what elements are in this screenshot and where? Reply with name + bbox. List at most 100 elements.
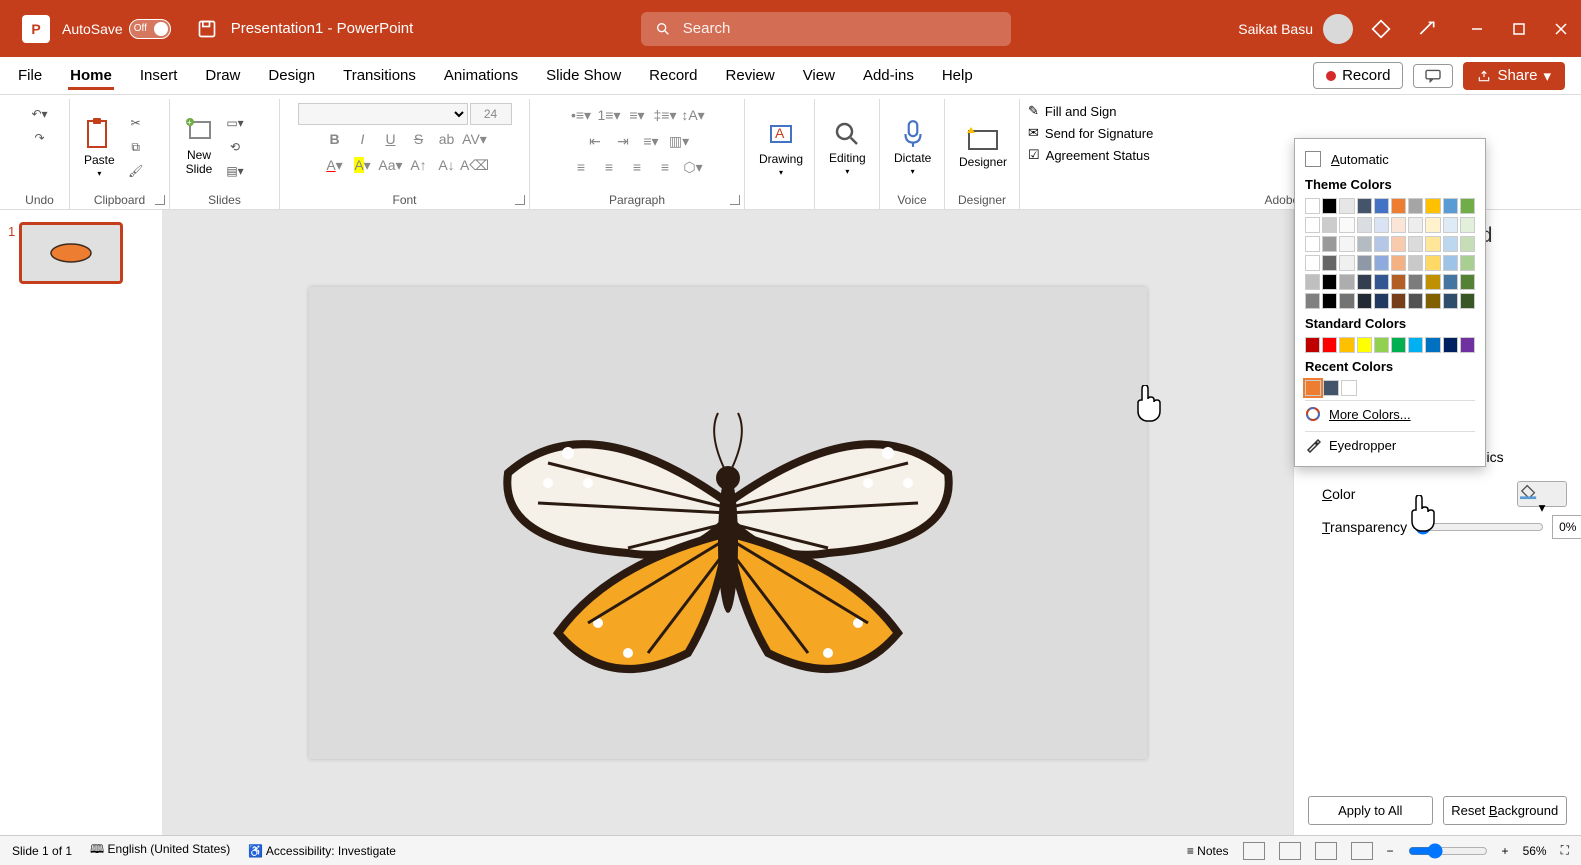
color-swatch[interactable]: [1374, 217, 1389, 233]
color-swatch[interactable]: [1408, 217, 1423, 233]
autosave-toggle[interactable]: AutoSave Off: [62, 19, 171, 39]
designer-button[interactable]: Designer: [953, 123, 1013, 171]
color-swatch[interactable]: [1305, 337, 1320, 353]
color-swatch[interactable]: [1408, 198, 1423, 214]
color-swatch[interactable]: [1460, 217, 1475, 233]
italic-button[interactable]: I: [350, 127, 376, 151]
color-swatch[interactable]: [1425, 236, 1440, 252]
send-signature-button[interactable]: ✉Send for Signature: [1028, 125, 1153, 141]
sorter-view-button[interactable]: [1279, 842, 1301, 860]
color-swatch[interactable]: [1339, 217, 1354, 233]
paste-button[interactable]: Paste ▾: [78, 115, 121, 180]
slide[interactable]: [309, 287, 1147, 759]
tab-record[interactable]: Record: [647, 61, 699, 90]
redo-button[interactable]: ↷: [29, 127, 51, 149]
color-swatch[interactable]: [1322, 337, 1337, 353]
change-case-button[interactable]: Aa▾: [378, 153, 404, 177]
color-swatch[interactable]: [1425, 293, 1440, 309]
undo-button[interactable]: ↶▾: [29, 103, 51, 125]
save-icon[interactable]: [197, 19, 217, 39]
color-swatch[interactable]: [1305, 380, 1321, 396]
share-button[interactable]: Share ▾: [1463, 62, 1565, 90]
color-swatch[interactable]: [1323, 380, 1339, 396]
reset-background-button[interactable]: Reset Background: [1443, 796, 1568, 825]
tab-addins[interactable]: Add-ins: [861, 61, 916, 90]
tab-transitions[interactable]: Transitions: [341, 61, 418, 90]
increase-indent-button[interactable]: ⇥: [610, 129, 636, 153]
color-swatch[interactable]: [1408, 337, 1423, 353]
minimize-button[interactable]: [1467, 19, 1487, 39]
slide-thumbnail[interactable]: 1: [8, 222, 154, 284]
color-swatch[interactable]: [1374, 255, 1389, 271]
highlight-button[interactable]: A▾: [350, 153, 376, 177]
tab-view[interactable]: View: [801, 61, 837, 90]
color-swatch[interactable]: [1339, 198, 1354, 214]
strikethrough-button[interactable]: S: [406, 127, 432, 151]
color-swatch[interactable]: [1391, 217, 1406, 233]
clipboard-launcher[interactable]: [155, 195, 165, 205]
color-swatch[interactable]: [1460, 337, 1475, 353]
fill-and-sign-button[interactable]: ✎Fill and Sign: [1028, 103, 1116, 119]
color-swatch[interactable]: [1391, 293, 1406, 309]
color-picker-button[interactable]: ▾: [1517, 481, 1567, 507]
cut-button[interactable]: ✂: [125, 112, 147, 134]
color-swatch[interactable]: [1408, 274, 1423, 290]
color-swatch[interactable]: [1391, 337, 1406, 353]
user-account[interactable]: Saikat Basu: [1238, 14, 1353, 44]
font-launcher[interactable]: [515, 195, 525, 205]
color-swatch[interactable]: [1322, 255, 1337, 271]
color-swatch[interactable]: [1322, 217, 1337, 233]
color-swatch[interactable]: [1391, 274, 1406, 290]
paragraph-launcher[interactable]: [730, 195, 740, 205]
align-right-button[interactable]: ≡: [624, 155, 650, 179]
color-swatch[interactable]: [1408, 236, 1423, 252]
line-spacing-button[interactable]: ‡≡▾: [652, 103, 678, 127]
color-swatch[interactable]: [1322, 293, 1337, 309]
automatic-color[interactable]: Automatic: [1305, 147, 1475, 171]
color-swatch[interactable]: [1357, 337, 1372, 353]
bullets-button[interactable]: •≡▾: [568, 103, 594, 127]
color-swatch[interactable]: [1443, 236, 1458, 252]
color-swatch[interactable]: [1443, 198, 1458, 214]
section-button[interactable]: ▤▾: [224, 160, 246, 182]
color-swatch[interactable]: [1339, 255, 1354, 271]
color-swatch[interactable]: [1425, 274, 1440, 290]
color-swatch[interactable]: [1460, 255, 1475, 271]
tab-slideshow[interactable]: Slide Show: [544, 61, 623, 90]
decrease-font-button[interactable]: A↓: [434, 153, 460, 177]
accessibility-status[interactable]: ♿ Accessibility: Investigate: [248, 844, 396, 858]
color-swatch[interactable]: [1305, 217, 1320, 233]
color-swatch[interactable]: [1443, 217, 1458, 233]
color-swatch[interactable]: [1339, 293, 1354, 309]
search-input[interactable]: [683, 20, 997, 37]
diamond-icon[interactable]: [1371, 19, 1391, 39]
transparency-slider[interactable]: [1415, 519, 1544, 535]
layout-button[interactable]: ▭▾: [224, 112, 246, 134]
color-swatch[interactable]: [1425, 217, 1440, 233]
dictate-button[interactable]: Dictate▾: [888, 117, 937, 178]
color-swatch[interactable]: [1322, 198, 1337, 214]
smartart-button[interactable]: ⬡▾: [680, 155, 706, 179]
maximize-button[interactable]: [1509, 19, 1529, 39]
underline-button[interactable]: U: [378, 127, 404, 151]
color-swatch[interactable]: [1443, 293, 1458, 309]
color-swatch[interactable]: [1357, 236, 1372, 252]
zoom-out-button[interactable]: −: [1387, 844, 1394, 858]
color-swatch[interactable]: [1408, 293, 1423, 309]
color-swatch[interactable]: [1374, 198, 1389, 214]
text-direction-button[interactable]: ↕A▾: [680, 103, 706, 127]
close-button[interactable]: [1551, 19, 1571, 39]
editing-button[interactable]: Editing▾: [823, 117, 872, 178]
color-swatch[interactable]: [1374, 274, 1389, 290]
color-swatch[interactable]: [1425, 337, 1440, 353]
decrease-indent-button[interactable]: ⇤: [582, 129, 608, 153]
color-swatch[interactable]: [1425, 198, 1440, 214]
record-button[interactable]: Record: [1313, 62, 1403, 89]
tab-insert[interactable]: Insert: [138, 61, 180, 90]
character-spacing-button[interactable]: AV▾: [462, 127, 488, 151]
color-swatch[interactable]: [1305, 236, 1320, 252]
fit-to-window-button[interactable]: ⛶: [1561, 843, 1569, 858]
color-swatch[interactable]: [1322, 236, 1337, 252]
color-swatch[interactable]: [1305, 255, 1320, 271]
tab-help[interactable]: Help: [940, 61, 975, 90]
